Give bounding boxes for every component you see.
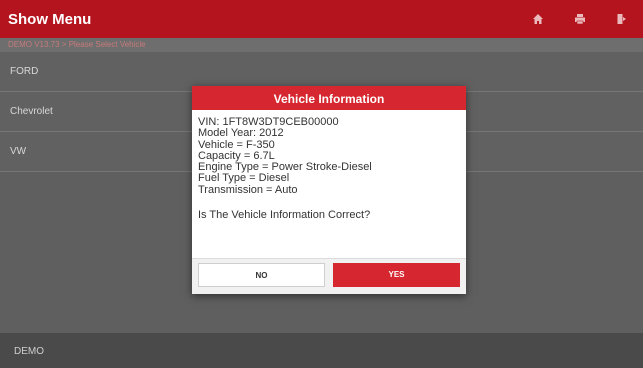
- footer-label: DEMO: [14, 346, 44, 357]
- header-actions: [517, 0, 643, 38]
- exit-button[interactable]: [601, 0, 643, 38]
- print-icon: [575, 14, 585, 25]
- footer-bar: DEMO: [0, 333, 643, 368]
- page-title: Show Menu: [8, 10, 92, 28]
- home-icon: [533, 14, 543, 24]
- dialog-title: Vehicle Information: [192, 86, 466, 110]
- vehicle-info-dialog: Vehicle Information VIN: 1FT8W3DT9CEB000…: [192, 86, 466, 294]
- breadcrumb: DEMO V13.73 > Please Select Vehicle: [0, 38, 643, 52]
- dialog-body: VIN: 1FT8W3DT9CEB00000 Model Year: 2012 …: [192, 110, 466, 221]
- header-bar: Show Menu: [0, 0, 643, 38]
- print-button[interactable]: [559, 0, 601, 38]
- transmission-line: Transmission = Auto: [198, 183, 298, 196]
- home-button[interactable]: [517, 0, 559, 38]
- dialog-question: Is The Vehicle Information Correct?: [198, 209, 371, 222]
- exit-icon: [617, 14, 626, 24]
- dialog-button-bar: NO YES: [192, 258, 466, 294]
- model-year-line: Model Year: 2012: [198, 127, 284, 140]
- yes-button[interactable]: YES: [333, 263, 460, 287]
- no-button[interactable]: NO: [198, 263, 325, 287]
